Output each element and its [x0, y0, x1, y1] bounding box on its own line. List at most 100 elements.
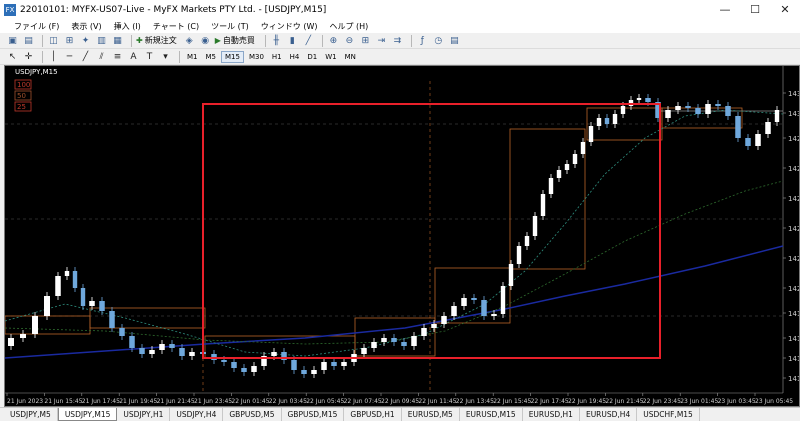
tab-usdjpy-h1[interactable]: USDJPY,H1 [117, 408, 171, 421]
price-label: 142 [788, 195, 800, 203]
menu-view[interactable]: 表示 (V) [65, 21, 107, 32]
vertical-line-icon[interactable]: │ [47, 50, 60, 63]
bearish-candle [221, 360, 227, 362]
bearish-candle [645, 98, 651, 102]
label-icon[interactable]: T [143, 50, 156, 63]
new-chart-icon[interactable]: ▣ [6, 34, 19, 47]
bearish-candle [291, 360, 297, 370]
tab-eurusd-m15[interactable]: EURUSD,M15 [460, 408, 523, 421]
price-chart[interactable]: USDJPY,M15 100 50 25 1431431421421421421… [5, 66, 800, 407]
menu-insert[interactable]: 挿入 (I) [108, 21, 147, 32]
price-label: 143 [788, 110, 800, 118]
timeframe-m1[interactable]: M1 [184, 51, 201, 63]
trendline-icon[interactable]: ╱ [79, 50, 92, 63]
close-button[interactable]: ✕ [770, 0, 800, 19]
bearish-candle [471, 298, 477, 300]
timeframe-h1[interactable]: H1 [269, 51, 285, 63]
bearish-candle [231, 362, 237, 368]
bullish-candle [341, 362, 347, 366]
price-label: 143 [788, 90, 800, 98]
tab-gbpusd-h1[interactable]: GBPUSD,H1 [344, 408, 402, 421]
timeframe-m15[interactable]: M15 [221, 50, 244, 63]
price-label: 142 [788, 165, 800, 173]
title-bar: FX 22010101: MYFX-US07-Live - MyFX Marke… [0, 0, 800, 19]
navigator-icon[interactable]: ✦ [79, 34, 92, 47]
time-label: 21 Jun 23:45 [194, 398, 232, 405]
bullish-candle [665, 110, 671, 118]
bearish-candle [139, 348, 145, 354]
bullish-candle [774, 110, 780, 122]
highlight-rectangle[interactable] [202, 103, 661, 359]
line-chart-icon[interactable]: ╱ [302, 34, 315, 47]
bullish-candle [421, 328, 427, 336]
market-watch-icon[interactable]: ◫ [47, 34, 60, 47]
time-label: 23 Jun 03:45 [718, 398, 756, 405]
arrows-icon[interactable]: ▾ [159, 50, 172, 63]
data-window-icon[interactable]: ⊞ [63, 34, 76, 47]
indicator-legend: 100 50 25 [14, 79, 32, 112]
menu-tools[interactable]: ツール (T) [205, 21, 255, 32]
menu-help[interactable]: ヘルプ (H) [323, 21, 374, 32]
tab-usdjpy-m5[interactable]: USDJPY,M5 [4, 408, 58, 421]
periods-icon[interactable]: ◷ [432, 34, 445, 47]
price-label: 141 [788, 375, 800, 383]
timeframe-m5[interactable]: M5 [203, 51, 220, 63]
tab-eurusd-h4[interactable]: EURUSD,H4 [580, 408, 638, 421]
menu-window[interactable]: ウィンドウ (W) [255, 21, 324, 32]
indicators-icon[interactable]: ƒ [416, 34, 429, 47]
app-icon: FX [4, 3, 16, 16]
tab-eurusd-h1[interactable]: EURUSD,H1 [523, 408, 580, 421]
menu-chart[interactable]: チャート (C) [147, 21, 205, 32]
maximize-button[interactable]: ☐ [740, 0, 770, 19]
candlestick-icon[interactable]: ▮ [286, 34, 299, 47]
time-label: 22 Jun 17:45 [531, 398, 569, 405]
tab-gbpusd-m5[interactable]: GBPUSD,M5 [223, 408, 282, 421]
price-label: 142 [788, 225, 800, 233]
zoom-in-icon[interactable]: ⊕ [327, 34, 340, 47]
text-icon[interactable]: A [127, 50, 140, 63]
auto-trading-button[interactable]: ▶ 自動売買 [215, 35, 255, 46]
timeframe-d1[interactable]: D1 [304, 51, 320, 63]
profiles-icon[interactable]: ▤ [22, 34, 35, 47]
metaeditor-icon[interactable]: ◈ [183, 34, 196, 47]
zoom-out-icon[interactable]: ⊖ [343, 34, 356, 47]
bearish-candle [80, 288, 86, 306]
channel-icon[interactable]: ⫽ [95, 50, 108, 63]
signals-icon[interactable]: ◉ [199, 34, 212, 47]
bullish-candle [580, 142, 586, 154]
chart-window[interactable]: USDJPY,M15 100 50 25 1431431421421421421… [4, 65, 800, 407]
autoscroll-icon[interactable]: ⇉ [391, 34, 404, 47]
bearish-candle [604, 118, 610, 124]
tab-usdjpy-h4[interactable]: USDJPY,H4 [170, 408, 224, 421]
terminal-icon[interactable]: ▥ [95, 34, 108, 47]
time-label: 21 Jun 15:45 [44, 398, 82, 405]
timeframe-h4[interactable]: H4 [287, 51, 303, 63]
bearish-candle [169, 344, 175, 348]
bar-chart-icon[interactable]: ╫ [270, 34, 283, 47]
tab-usdjpy-m15[interactable]: USDJPY,M15 [57, 408, 118, 421]
time-label: 22 Jun 01:45 [231, 398, 269, 405]
bearish-candle [401, 342, 407, 346]
tab-usdchf-m15[interactable]: USDCHF,M15 [637, 408, 700, 421]
new-order-button[interactable]: ✚ 新規注文 [136, 35, 177, 46]
bullish-candle [441, 316, 447, 324]
tester-icon[interactable]: ▦ [111, 34, 124, 47]
tab-eurusd-m5[interactable]: EURUSD,M5 [402, 408, 460, 421]
cursor-icon[interactable]: ↖ [6, 50, 19, 63]
bearish-candle [685, 106, 691, 108]
menu-file[interactable]: ファイル (F) [0, 21, 65, 32]
bearish-candle [735, 116, 741, 138]
templates-icon[interactable]: ▤ [448, 34, 461, 47]
crosshair-icon[interactable]: ✛ [22, 50, 35, 63]
bullish-candle [675, 106, 681, 110]
tab-gbpusd-m15[interactable]: GBPUSD,M15 [282, 408, 345, 421]
tile-windows-icon[interactable]: ⊞ [359, 34, 372, 47]
bearish-candle [331, 362, 337, 366]
timeframe-m30[interactable]: M30 [246, 51, 267, 63]
chart-shift-icon[interactable]: ⇥ [375, 34, 388, 47]
minimize-button[interactable]: — [710, 0, 740, 19]
horizontal-line-icon[interactable]: ─ [63, 50, 76, 63]
fibonacci-icon[interactable]: ≡ [111, 50, 124, 63]
timeframe-w1[interactable]: W1 [322, 51, 339, 63]
timeframe-mn[interactable]: MN [342, 51, 359, 63]
